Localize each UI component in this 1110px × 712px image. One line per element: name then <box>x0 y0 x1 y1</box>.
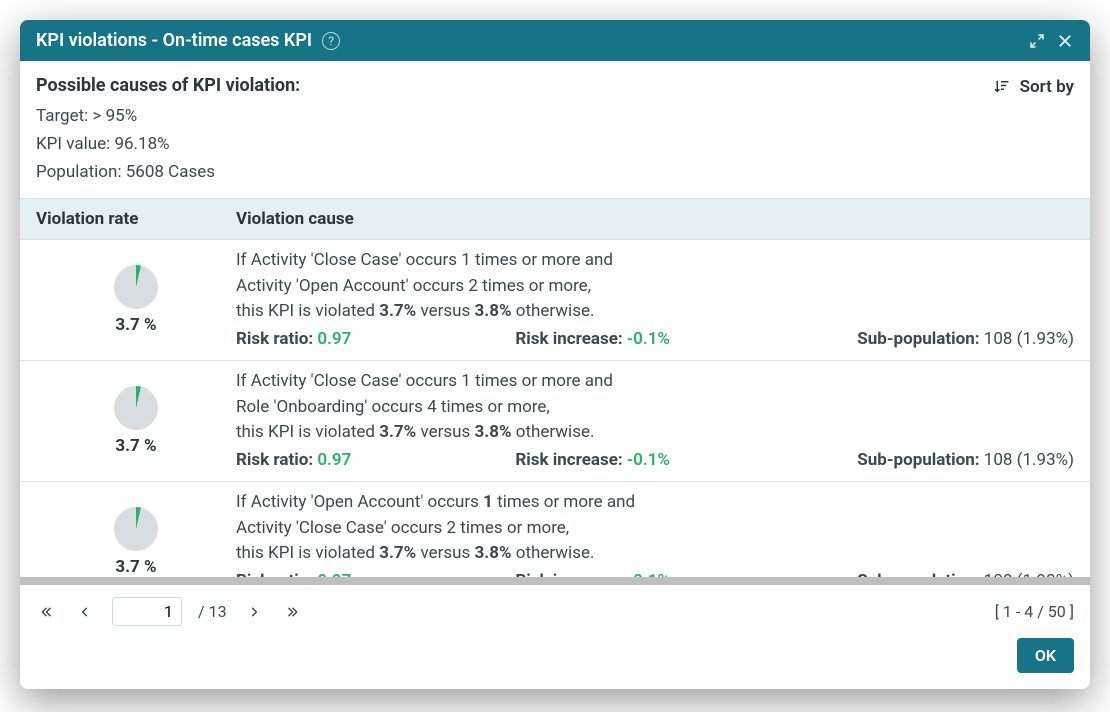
row-range: [ 1 - 4 / 50 ] <box>995 602 1074 621</box>
pie-chart-icon <box>114 386 158 430</box>
rate-value: 3.7 % <box>115 557 156 577</box>
close-icon[interactable] <box>1056 32 1074 50</box>
risk-ratio-value: 0.97 <box>317 329 351 349</box>
sub-pop-value: 108 (1.93%) <box>984 450 1074 470</box>
population-label: Population: <box>36 162 122 182</box>
risk-ratio-value: 0.97 <box>317 571 351 586</box>
summary-heading: Possible causes of KPI violation: <box>36 75 300 96</box>
rate-value: 3.7 % <box>115 436 156 456</box>
violation-list[interactable]: 3.7 % If Activity 'Close Case' occurs 1 … <box>20 240 1090 585</box>
prev-page-button[interactable] <box>74 601 96 623</box>
cause-line: If Activity 'Open Account' occurs 1 time… <box>236 490 1074 516</box>
risk-ratio-value: 0.97 <box>317 450 351 470</box>
cause-line: Activity 'Close Case' occurs 2 times or … <box>236 516 1074 542</box>
pie-chart-icon <box>114 265 158 309</box>
cause-line: If Activity 'Close Case' occurs 1 times … <box>236 248 1074 274</box>
sub-pop-value: 108 (1.93%) <box>984 329 1074 349</box>
cause-line: Role 'Onboarding' occurs 4 times or more… <box>236 395 1074 421</box>
violation-row[interactable]: 3.7 % If Activity 'Open Account' occurs … <box>20 482 1090 585</box>
cause-line: Activity 'Open Account' occurs 2 times o… <box>236 274 1074 300</box>
sort-by-button[interactable]: Sort by <box>992 77 1074 97</box>
last-page-button[interactable] <box>281 601 303 623</box>
maximize-icon[interactable] <box>1028 32 1046 50</box>
target-value: > 95% <box>93 106 138 126</box>
kpi-violations-dialog: KPI violations - On-time cases KPI ? Pos… <box>20 20 1090 689</box>
pie-chart-icon <box>114 507 158 551</box>
first-page-button[interactable] <box>36 601 58 623</box>
violation-row[interactable]: 3.7 % If Activity 'Close Case' occurs 1 … <box>20 240 1090 361</box>
total-pages: / 13 <box>198 602 227 621</box>
rate-value: 3.7 % <box>115 315 156 335</box>
summary-section: Possible causes of KPI violation: Target… <box>20 61 1090 198</box>
sort-icon <box>992 78 1010 96</box>
population-value: 5608 Cases <box>126 162 215 182</box>
kpi-value: 96.18% <box>114 134 169 154</box>
risk-increase-value: -0.1% <box>627 450 670 470</box>
column-headers: Violation rate Violation cause <box>20 198 1090 240</box>
pager: / 13 [ 1 - 4 / 50 ] <box>20 585 1090 638</box>
col-header-rate: Violation rate <box>36 209 236 229</box>
help-icon[interactable]: ? <box>322 32 340 50</box>
risk-increase-value: -0.1% <box>627 329 670 349</box>
violation-row[interactable]: 3.7 % If Activity 'Close Case' occurs 1 … <box>20 361 1090 482</box>
dialog-title: KPI violations - On-time cases KPI <box>36 30 312 51</box>
risk-increase-value: -0.1% <box>627 571 670 586</box>
col-header-cause: Violation cause <box>236 209 1074 229</box>
target-label: Target: <box>36 106 88 126</box>
next-page-button[interactable] <box>243 601 265 623</box>
titlebar: KPI violations - On-time cases KPI ? <box>20 20 1090 61</box>
cause-line: If Activity 'Close Case' occurs 1 times … <box>236 369 1074 395</box>
ok-button[interactable]: OK <box>1017 638 1074 673</box>
sub-pop-value: 108 (1.93%) <box>984 571 1074 586</box>
page-input[interactable] <box>112 597 182 626</box>
kpi-value-label: KPI value: <box>36 134 110 154</box>
